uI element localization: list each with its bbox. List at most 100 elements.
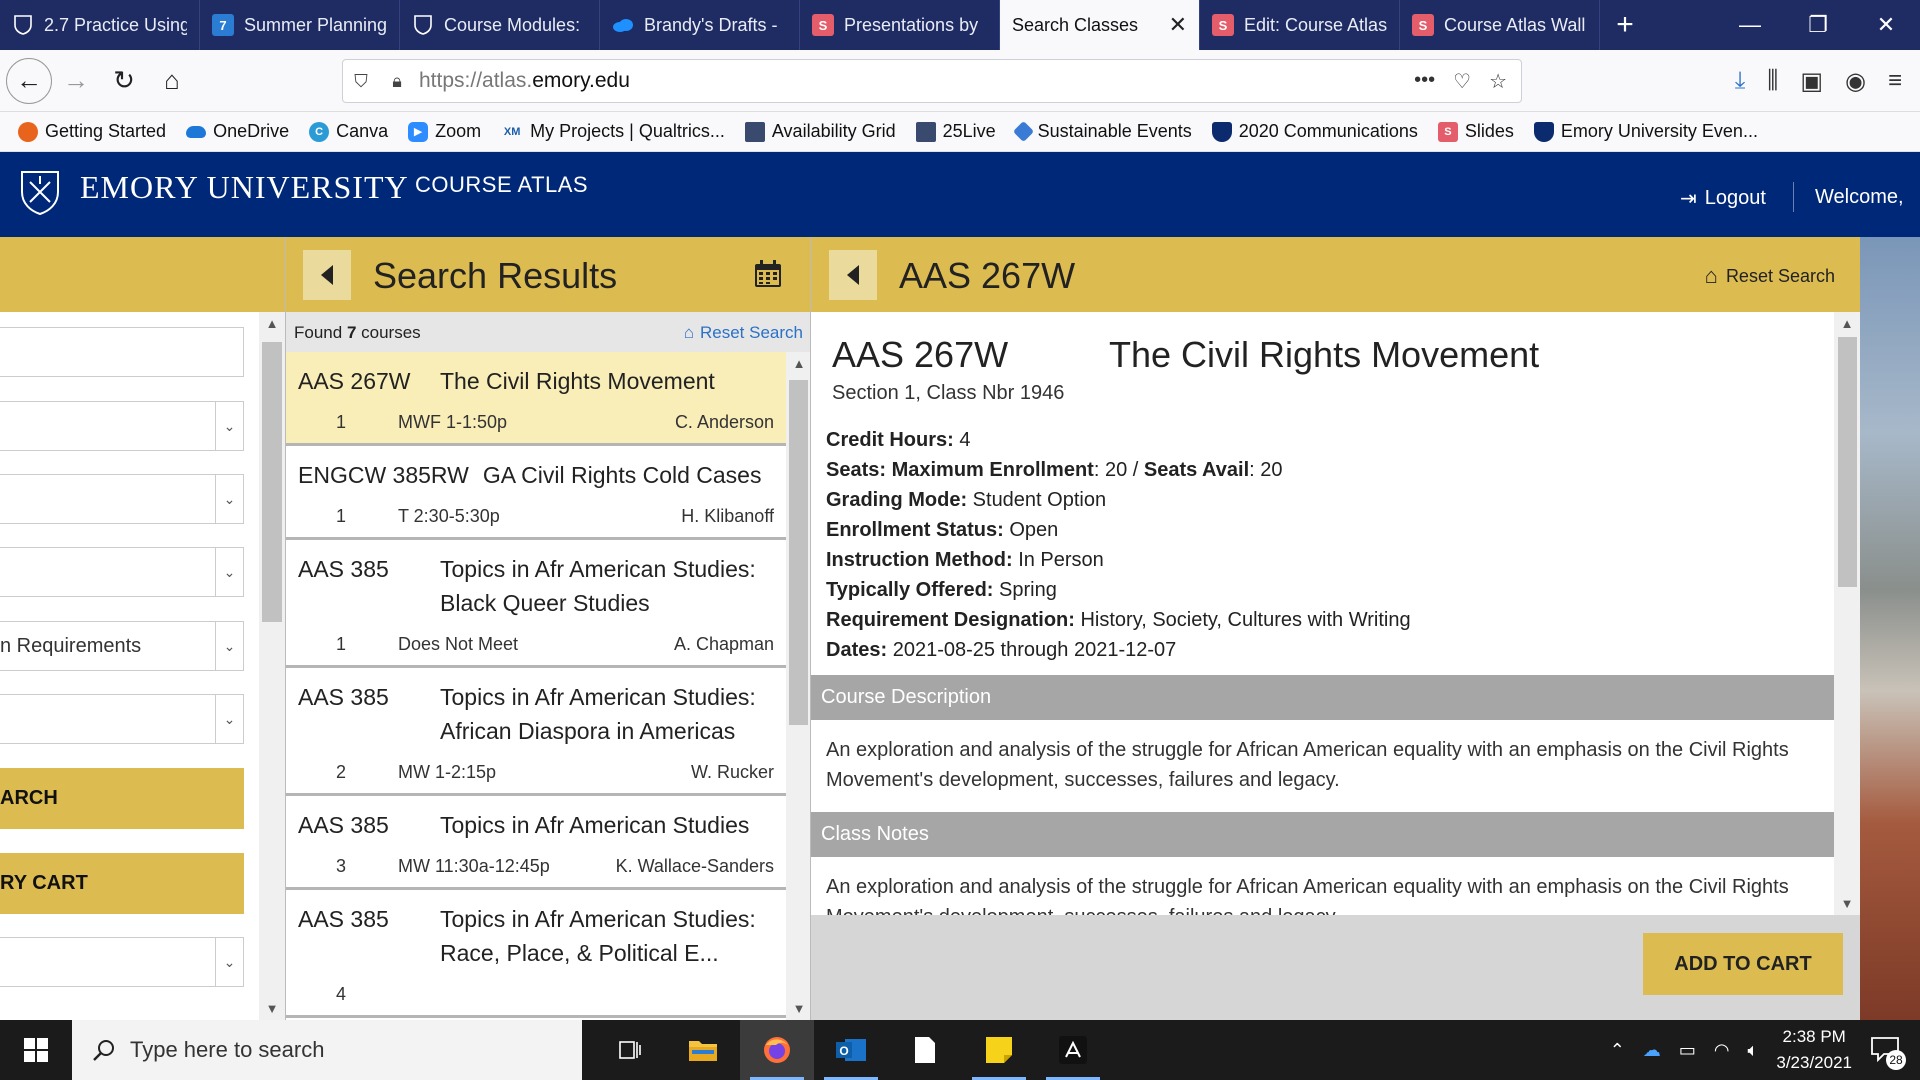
url-bar[interactable]: ⛉ 🔒︎ https://atlas.emory.edu ••• ♡ ☆ xyxy=(342,59,1522,103)
scroll-down-icon[interactable]: ▼ xyxy=(259,1001,285,1016)
wifi-icon[interactable]: ◠ xyxy=(1714,1040,1730,1061)
chevron-up-icon[interactable]: ⌃ xyxy=(1610,1040,1625,1061)
battery-icon[interactable]: ▭ xyxy=(1679,1040,1696,1061)
course-result-item[interactable]: AAS 385 Topics in Afr American Studies: A… xyxy=(286,668,786,796)
bookmark-sustainable-events[interactable]: Sustainable Events xyxy=(1012,120,1192,143)
home-button[interactable]: ⌂ xyxy=(148,57,196,105)
bookmark-availability-grid[interactable]: Availability Grid xyxy=(744,121,896,142)
bookmark-canva[interactable]: C Canva xyxy=(309,121,388,142)
shield-icon[interactable]: ⛉ xyxy=(343,71,379,92)
back-button[interactable]: ← xyxy=(6,57,52,104)
close-window-icon[interactable]: ✕ xyxy=(1852,0,1920,50)
filter-select-1[interactable]: ⌄ xyxy=(0,401,244,451)
detail-back-button[interactable] xyxy=(829,250,877,300)
minimize-icon[interactable]: — xyxy=(1716,0,1784,50)
scrollbar-thumb[interactable] xyxy=(789,380,808,725)
scroll-up-icon[interactable]: ▲ xyxy=(786,356,812,371)
tab-practice[interactable]: 2.7 Practice Using xyxy=(0,0,200,50)
bookmark-qualtrics[interactable]: XM My Projects | Qualtrics... xyxy=(501,121,725,142)
filter-select-2[interactable]: ⌄ xyxy=(0,474,244,524)
url-text[interactable]: https://atlas.emory.edu xyxy=(419,69,630,93)
bookmark-label: Canva xyxy=(336,121,389,141)
filter-select-5[interactable]: ⌄ xyxy=(0,694,244,744)
search-button[interactable]: ARCH xyxy=(0,768,244,829)
tab-course-atlas-wall[interactable]: S Course Atlas Wall xyxy=(1400,0,1600,50)
course-result-item[interactable]: ENGCW 385RW GA Civil Rights Cold Cases 1 T… xyxy=(286,446,786,540)
more-icon[interactable]: ••• xyxy=(1414,69,1435,94)
notepad-button[interactable] xyxy=(888,1020,962,1080)
taskbar-search-box[interactable]: Type here to search xyxy=(72,1020,582,1080)
logout-link[interactable]: ⇥ Logout xyxy=(1680,186,1766,211)
scroll-down-icon[interactable]: ▼ xyxy=(1834,896,1860,911)
calendar-icon[interactable] xyxy=(753,259,783,289)
results-scrollbar[interactable]: ▲ ▼ xyxy=(786,352,811,1020)
acrobat-button[interactable] xyxy=(1036,1020,1110,1080)
filter-scrollbar[interactable]: ▲ ▼ xyxy=(259,312,285,1020)
scroll-up-icon[interactable]: ▲ xyxy=(259,316,285,331)
field-value: : 20 xyxy=(1249,459,1283,481)
tab-presentations[interactable]: S Presentations by xyxy=(800,0,1000,50)
emory-shield-logo[interactable] xyxy=(20,170,60,216)
view-cart-button[interactable]: RY CART xyxy=(0,853,244,914)
lock-icon[interactable]: 🔒︎ xyxy=(379,71,415,92)
tab-course-modules[interactable]: Course Modules: xyxy=(400,0,600,50)
star-icon[interactable]: ☆ xyxy=(1489,69,1507,94)
library-icon[interactable]: ⫼ xyxy=(1767,67,1778,95)
bookmark-label: Getting Started xyxy=(45,121,167,141)
scroll-down-icon[interactable]: ▼ xyxy=(786,1001,812,1016)
results-reset-search-link[interactable]: ⌂ Reset Search xyxy=(684,323,803,343)
course-result-item[interactable]: AAS 385 Topics in Afr American Studies: R… xyxy=(286,890,786,1018)
new-tab-button[interactable]: + xyxy=(1600,0,1650,50)
reload-button[interactable]: ↻ xyxy=(100,57,148,105)
course-atlas-title[interactable]: COURSE ATLAS xyxy=(415,172,588,198)
course-result-item[interactable]: AAS 385 Topics in Afr American Studies: B… xyxy=(286,540,786,668)
results-back-button[interactable] xyxy=(303,250,351,300)
bookmark-label: 25Live xyxy=(942,121,996,141)
restore-icon[interactable]: ❐ xyxy=(1784,0,1852,50)
menu-icon[interactable]: ≡ xyxy=(1888,67,1902,95)
volume-icon[interactable]: 🔈︎ xyxy=(1748,1040,1759,1061)
account-icon[interactable]: ◉ xyxy=(1845,67,1866,96)
pocket-icon[interactable]: ♡ xyxy=(1453,69,1471,94)
tab-brandys-drafts[interactable]: Brandy's Drafts - xyxy=(600,0,800,50)
filter-select-3[interactable]: ⌄ xyxy=(0,547,244,597)
detail-reset-search-button[interactable]: ⌂ Reset Search xyxy=(1705,263,1835,289)
bookmark-onedrive[interactable]: OneDrive xyxy=(186,121,289,142)
bookmark-slides[interactable]: S Slides xyxy=(1437,121,1514,142)
bookmark-getting-started[interactable]: Getting Started xyxy=(18,121,166,142)
tab-edit-course-atlas[interactable]: S Edit: Course Atlas xyxy=(1200,0,1400,50)
course-detail-panel: AAS 267W ⌂ Reset Search AAS 267W The Civi… xyxy=(810,237,1861,1020)
file-explorer-button[interactable] xyxy=(666,1020,740,1080)
sidebar-icon[interactable]: ▣ xyxy=(1800,67,1823,96)
requirements-select[interactable]: n Requirements ⌄ xyxy=(0,621,244,671)
tab-search-classes[interactable]: Search Classes ✕ xyxy=(1000,0,1200,50)
start-button[interactable] xyxy=(0,1020,72,1080)
brand-title[interactable]: EMORY UNIVERSITY xyxy=(80,169,409,206)
add-to-cart-button[interactable]: ADD TO CART xyxy=(1643,933,1843,995)
detail-scrollbar[interactable]: ▲ ▼ xyxy=(1834,312,1861,915)
close-tab-icon[interactable]: ✕ xyxy=(1169,12,1187,38)
scroll-up-icon[interactable]: ▲ xyxy=(1834,316,1860,331)
keyword-input[interactable] xyxy=(0,327,244,377)
scrollbar-thumb[interactable] xyxy=(1838,337,1857,587)
bookmark-emory-events[interactable]: Emory University Even... xyxy=(1533,121,1758,142)
chevron-down-icon: ⌄ xyxy=(215,475,243,523)
forward-button[interactable]: → xyxy=(52,57,100,105)
sticky-notes-button[interactable] xyxy=(962,1020,1036,1080)
outlook-button[interactable]: O xyxy=(814,1020,888,1080)
taskbar-clock[interactable]: 2:38 PM 3/23/2021 xyxy=(1776,1024,1852,1076)
download-icon[interactable]: ⤓ xyxy=(1735,67,1746,95)
notification-center-button[interactable]: 28 xyxy=(1870,1036,1906,1070)
tab-title: Search Classes xyxy=(1012,14,1139,35)
tab-summer-planning[interactable]: 7 Summer Planning xyxy=(200,0,400,50)
scrollbar-thumb[interactable] xyxy=(262,342,282,622)
firefox-button[interactable] xyxy=(740,1020,814,1080)
task-view-button[interactable] xyxy=(592,1020,666,1080)
bookmark-zoom[interactable]: ▶ Zoom xyxy=(408,121,481,142)
onedrive-icon[interactable]: ☁ xyxy=(1643,1040,1661,1061)
bookmark-2020-communications[interactable]: 2020 Communications xyxy=(1211,121,1418,142)
course-result-item[interactable]: AAS 385 Topics in Afr American Studies 3 M… xyxy=(286,796,786,890)
course-result-item[interactable]: AAS 267W The Civil Rights Movement 1 MWF 1… xyxy=(286,352,786,446)
filter-select-6[interactable]: ⌄ xyxy=(0,937,244,987)
bookmark-25live[interactable]: 25Live xyxy=(915,121,996,142)
